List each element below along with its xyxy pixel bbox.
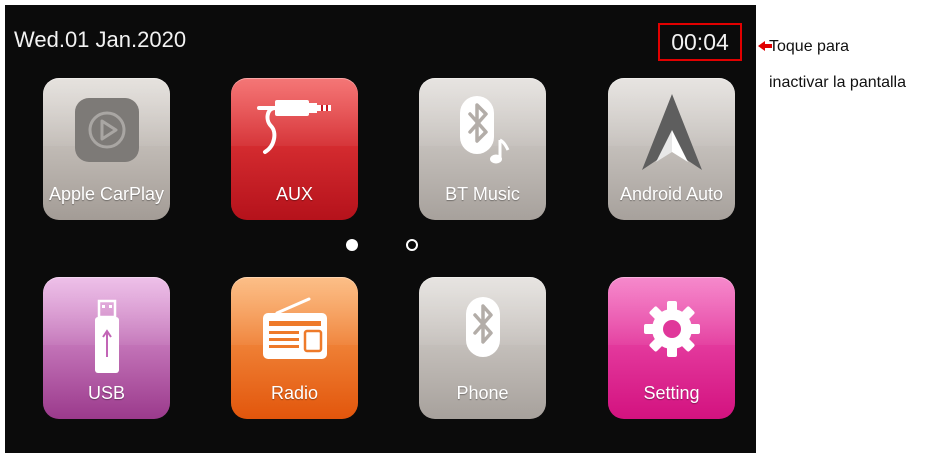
app-tile-apple-carplay[interactable]: Apple CarPlay <box>43 78 170 220</box>
annotation-line-2: inactivar la pantalla <box>769 74 906 91</box>
page-indicator-inactive[interactable] <box>406 239 418 251</box>
app-label: Phone <box>456 383 509 403</box>
bluetooth-music-icon <box>459 96 509 164</box>
app-label: Setting <box>643 383 700 403</box>
app-label: Radio <box>270 383 319 403</box>
clock-button[interactable]: 00:04 <box>658 23 742 61</box>
gear-icon <box>643 301 700 357</box>
app-label: USB <box>87 383 125 403</box>
android-auto-icon <box>641 94 702 170</box>
app-tile-bt-music[interactable]: BT Music <box>419 78 546 220</box>
carplay-icon <box>74 98 139 162</box>
app-tile-phone[interactable]: Phone <box>419 277 546 419</box>
page-indicator-active[interactable] <box>346 239 358 251</box>
radio-icon <box>262 297 327 359</box>
app-tile-setting[interactable]: Setting <box>608 277 735 419</box>
annotation-line-1: Toque para <box>769 38 850 55</box>
bluetooth-phone-icon <box>465 297 500 357</box>
app-tile-radio[interactable]: Radio <box>231 277 358 419</box>
date-label: Wed.01 Jan.2020 <box>14 27 187 52</box>
app-tile-usb[interactable]: USB <box>43 277 170 419</box>
usb-drive-icon <box>94 299 119 373</box>
app-tile-aux[interactable]: AUX <box>231 78 358 220</box>
app-label: Apple CarPlay <box>48 184 165 204</box>
app-label: Android Auto <box>619 184 724 204</box>
app-tile-android-auto[interactable]: Android Auto <box>608 78 735 220</box>
app-label: AUX <box>275 184 313 204</box>
app-label: BT Music <box>445 184 520 204</box>
aux-cable-icon <box>256 100 331 154</box>
head-unit-screen: Wed.01 Jan.2020 00:04 Apple CarPlay AUX <box>5 5 756 453</box>
